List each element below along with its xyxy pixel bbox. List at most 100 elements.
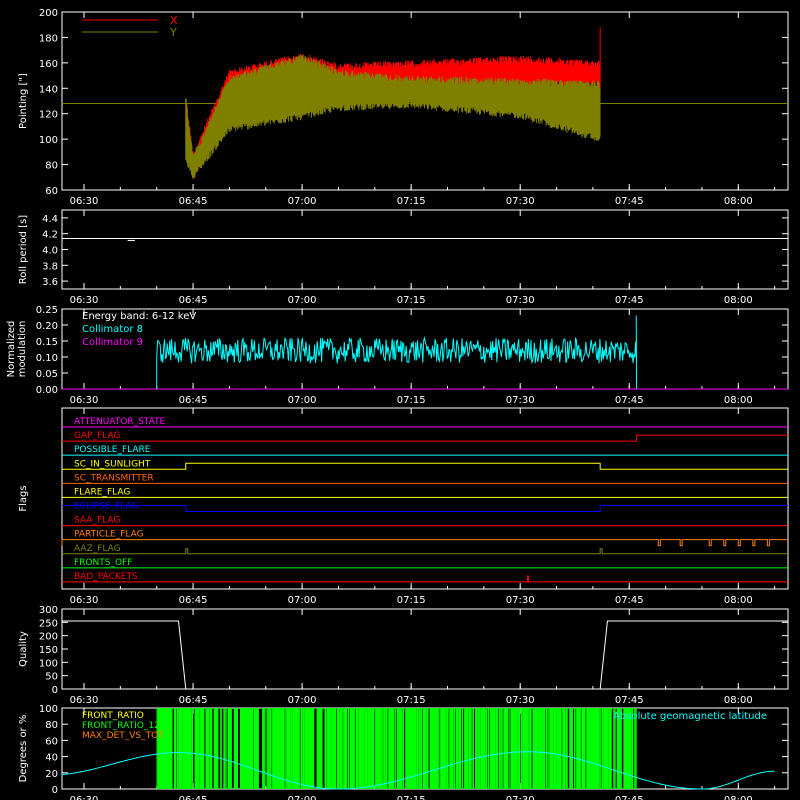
y-tick-label: 60 — [45, 736, 58, 747]
flag-line-bad_packets — [62, 575, 788, 583]
x-tick-label: 07:30 — [506, 295, 535, 306]
y-tick-label: 140 — [39, 84, 58, 95]
x-tick-label: 06:45 — [179, 295, 208, 306]
legend-collimator-9: Collimator 9 — [82, 337, 143, 348]
x-tick-label: 07:15 — [397, 595, 426, 606]
y-tick-label: 40 — [45, 753, 58, 764]
x-tick-label: 07:15 — [397, 695, 426, 706]
flag-label-eclipse_flag: ECLIPSE_FLAG — [74, 502, 138, 512]
y-tick-label: 200 — [39, 632, 58, 643]
y-tick-label: 0.20 — [36, 321, 58, 332]
flag-label-fronts_off: FRONTS_OFF — [74, 558, 132, 568]
x-tick-label: 07:30 — [506, 196, 535, 207]
x-tick-label: 07:45 — [615, 395, 644, 406]
y-axis-label: Quality — [18, 631, 29, 667]
collimator-8-line — [156, 315, 638, 390]
y-tick-label: 0 — [52, 685, 58, 696]
legend-max-det-vs-tot: MAX_DET_VS_TOT — [82, 731, 164, 741]
y-tick-label: 4.4 — [42, 214, 58, 225]
x-tick-label: 07:00 — [288, 395, 317, 406]
flag-line-particle_flag — [61, 539, 788, 547]
flag-label-sc_in_sunlight: SC_IN_SUNLIGHT — [74, 459, 151, 469]
legend-label-Y: Y — [169, 26, 177, 39]
x-tick-label: 07:15 — [397, 196, 426, 207]
flag-line-eclipse_flag — [62, 505, 788, 512]
x-tick-label: 06:45 — [179, 196, 208, 207]
y-tick-label: 0.25 — [36, 305, 58, 316]
x-tick-label: 06:45 — [179, 695, 208, 706]
y-tick-label: 100 — [39, 658, 58, 669]
x-tick-label: 07:15 — [397, 395, 426, 406]
x-tick-label: 08:00 — [724, 395, 753, 406]
y-axis-label: Flags — [18, 485, 29, 511]
x-tick-label: 07:00 — [288, 196, 317, 207]
x-tick-label: 08:00 — [724, 196, 753, 207]
x-tick-label: 07:45 — [615, 295, 644, 306]
x-tick-label: 07:15 — [397, 295, 426, 306]
y-tick-label: 3.8 — [42, 261, 58, 272]
y-tick-label: 4.2 — [42, 230, 58, 241]
x-tick-label: 06:45 — [179, 395, 208, 406]
x-tick-label: 06:30 — [70, 196, 99, 207]
y-tick-label: 300 — [39, 605, 58, 616]
x-tick-label: 07:45 — [615, 196, 644, 207]
y-tick-label: 60 — [45, 186, 58, 197]
y-tick-label: 100 — [39, 704, 58, 715]
x-tick-label: 08:00 — [724, 295, 753, 306]
y-tick-label: 150 — [39, 645, 58, 656]
x-tick-label: 07:00 — [288, 595, 317, 606]
x-tick-label: 07:45 — [615, 695, 644, 706]
y-axis-label: modulation — [17, 321, 28, 378]
x-tick-label: 07:30 — [506, 795, 535, 800]
chart-canvas: 06:30 06:45 07:00 07:15 07:30 07:45 08:00 60 80 1… — [6, 8, 789, 800]
y-tick-label: 0.10 — [36, 353, 58, 364]
y-tick-label: 120 — [39, 110, 58, 121]
flag-label-saa_flag: SAA_FLAG — [74, 516, 120, 526]
y-tick-label: 100 — [39, 135, 58, 146]
y-tick-label: 250 — [39, 618, 58, 629]
flag-label-bad_packets: BAD_PACKETS — [74, 572, 138, 582]
flag-line-aaz_flag — [62, 548, 788, 555]
flag-label-particle_flag: PARTICLE_FLAG — [74, 530, 144, 540]
y-tick-label: 0 — [52, 785, 58, 796]
flag-label-possible_flare: POSSIBLE_FLARE — [74, 445, 151, 455]
y-axis-label: Roll period [s] — [18, 215, 29, 284]
y-tick-label: 0.05 — [36, 369, 58, 380]
x-tick-label: 06:30 — [70, 595, 99, 606]
y-tick-label: 50 — [45, 672, 58, 683]
quality-line — [62, 620, 788, 690]
y-axis-label: Normalized — [6, 321, 17, 378]
x-tick-label: 07:45 — [615, 595, 644, 606]
flag-line-sc_in_sunlight — [62, 462, 788, 470]
flag-label-aaz_flag: AAZ_FLAG — [74, 544, 121, 554]
front-ratio-1225-bars — [156, 708, 637, 789]
y-tick-label: 3.6 — [42, 277, 58, 288]
y-tick-label: 0.15 — [36, 337, 58, 348]
y-tick-label: 200 — [39, 8, 58, 19]
x-tick-label: 08:00 — [724, 695, 753, 706]
x-tick-label: 07:30 — [506, 395, 535, 406]
x-tick-label: 06:30 — [70, 295, 99, 306]
x-tick-label: 06:45 — [179, 795, 208, 800]
x-tick-label: 08:00 — [724, 595, 753, 606]
x-tick-label: 06:45 — [179, 595, 208, 606]
energy-band-annotation: Energy band: 6-12 keV — [82, 311, 196, 322]
flag-line-gap_flag — [62, 434, 788, 442]
x-tick-label: 07:30 — [506, 695, 535, 706]
x-tick-label: 06:30 — [70, 795, 99, 800]
legend-front-ratio: FRONT_RATIO — [82, 711, 144, 721]
y-tick-label: 80 — [45, 161, 58, 172]
y-axis-label: Pointing ["] — [18, 73, 29, 129]
flag-label-gap_flag: GAP_FLAG — [74, 431, 120, 441]
x-tick-label: 07:30 — [506, 595, 535, 606]
x-tick-label: 07:15 — [397, 795, 426, 800]
x-tick-label: 07:00 — [288, 695, 317, 706]
flag-label-sc_transmitter: SC_TRANSMITTER — [74, 473, 154, 483]
x-tick-label: 08:00 — [724, 795, 753, 800]
x-tick-label: 06:30 — [70, 695, 99, 706]
flag-label-flare_flag: FLARE_FLAG — [74, 487, 130, 497]
legend-geomagnetic-latitude: Absolute geomagnetic latitude — [613, 711, 767, 722]
y-tick-label: 180 — [39, 33, 58, 44]
panel-frame-1 — [61, 209, 789, 290]
legend-front-ratio-1225: FRONT_RATIO_1225 — [82, 721, 171, 731]
